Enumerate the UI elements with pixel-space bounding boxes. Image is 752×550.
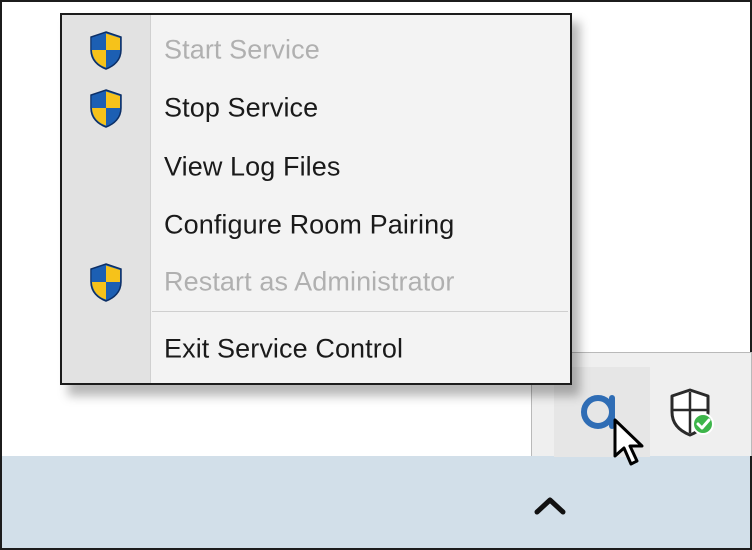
uac-shield-icon [90,31,122,70]
chevron-up-icon [534,497,566,515]
menu-item-label: View Log Files [164,151,341,182]
menu-item-stop-service[interactable]: Stop Service [62,80,570,136]
security-shield-check-icon [670,388,714,437]
menu-item-label: Exit Service Control [164,333,404,364]
uac-shield-icon [90,263,122,302]
menu-item-label: Restart as Administrator [164,266,455,297]
uac-shield-icon [90,89,122,128]
menu-item-label: Stop Service [164,92,319,123]
tray-context-menu: Start Service Stop Service View Log File… [60,13,572,385]
show-hidden-icons-button[interactable] [532,488,568,524]
taskbar [2,456,750,548]
menu-item-exit-service-control[interactable]: Exit Service Control [62,321,570,377]
menu-item-label: Configure Room Pairing [164,209,455,240]
menu-item-restart-as-administrator[interactable]: Restart as Administrator [62,254,570,310]
menu-item-label: Start Service [164,34,320,65]
mouse-cursor-icon [613,418,644,466]
menu-item-start-service[interactable]: Start Service [62,22,570,78]
menu-separator [152,311,568,312]
menu-item-configure-room-pairing[interactable]: Configure Room Pairing [62,197,570,253]
tray-icon-security[interactable] [650,367,734,457]
menu-item-view-log-files[interactable]: View Log Files [62,139,570,195]
